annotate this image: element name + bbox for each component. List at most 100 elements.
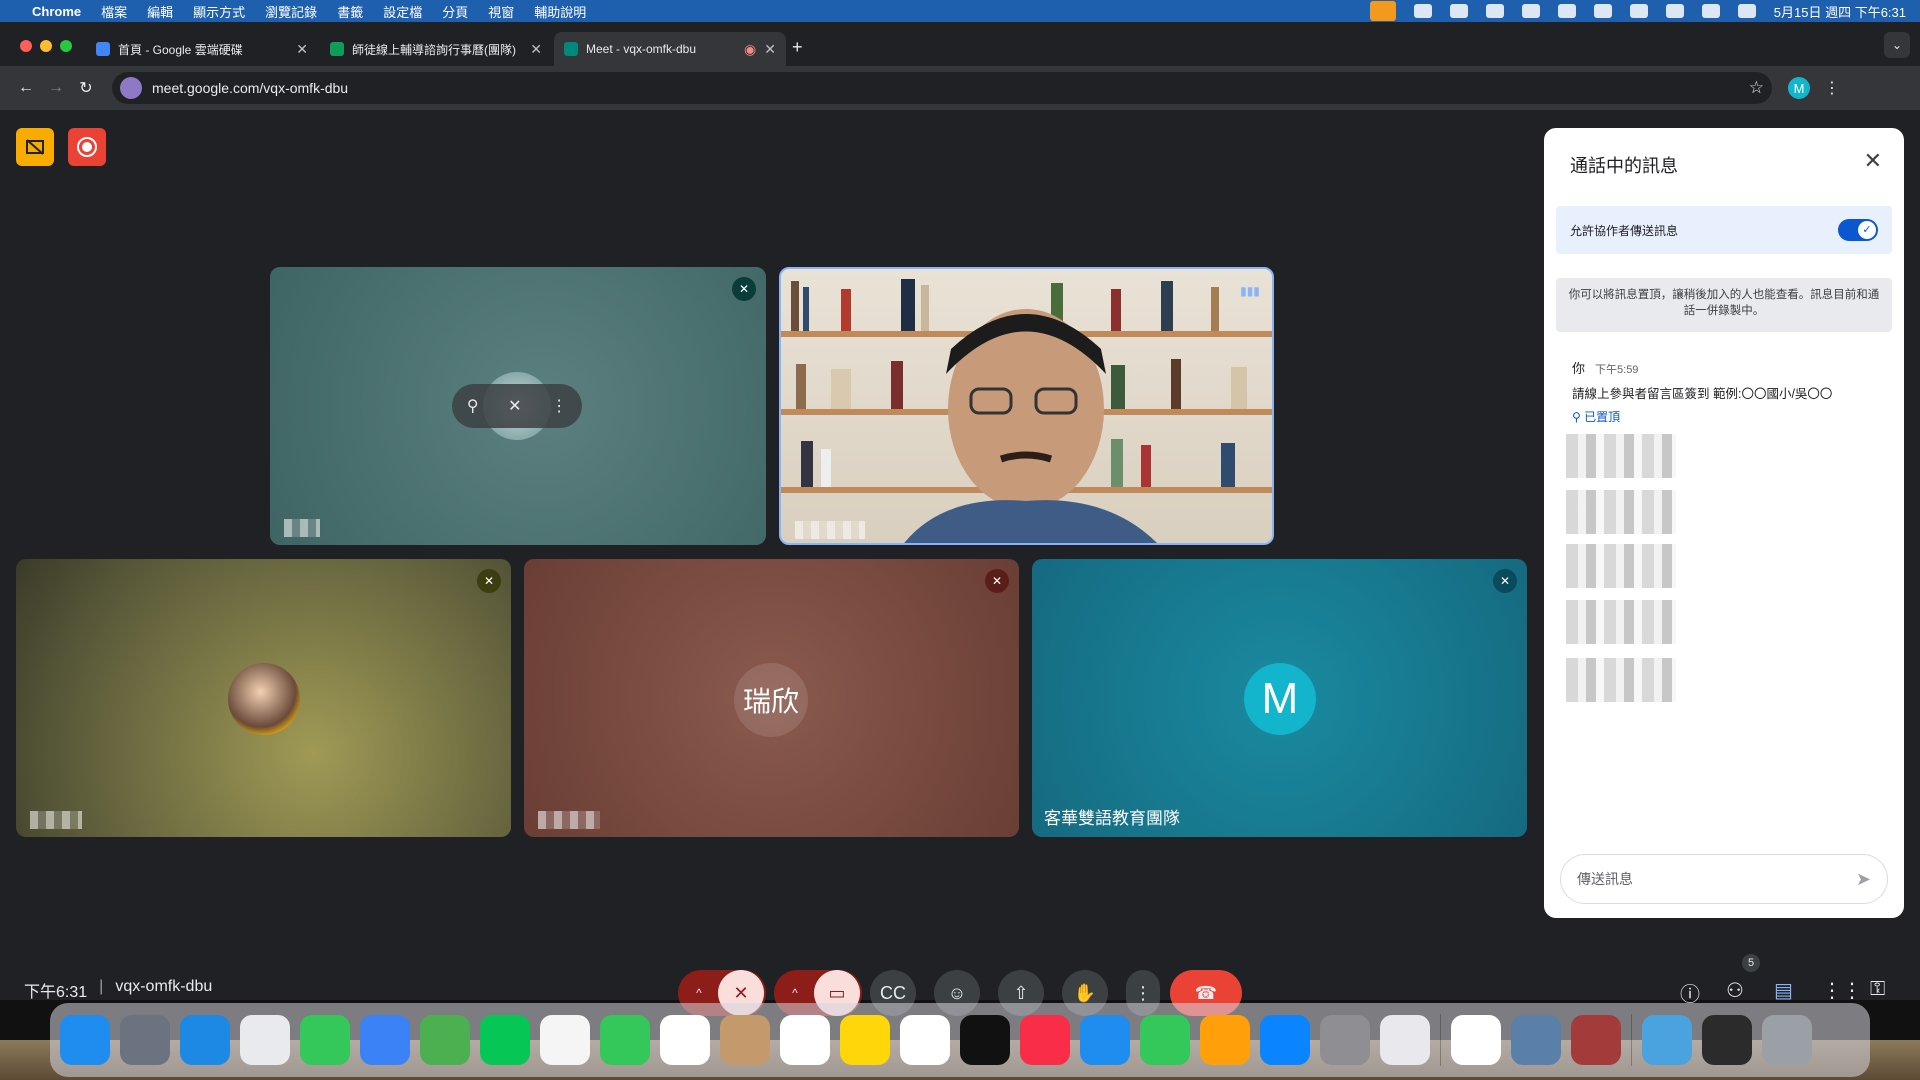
pinned-label[interactable]: ⚲ 已置頂 bbox=[1572, 408, 1882, 425]
participant-tile[interactable]: ✕ ⚲ ✕ ⋮ bbox=[270, 267, 766, 545]
allow-messages-toggle[interactable] bbox=[1838, 219, 1878, 241]
more-options-icon[interactable]: ⋮ bbox=[551, 396, 567, 416]
menu-help[interactable]: 輔助說明 bbox=[534, 2, 586, 21]
tab-sheets-calendar[interactable]: 師徒線上輔導諮詢行事曆(團隊) ✕ bbox=[320, 32, 552, 66]
recording-indicator[interactable] bbox=[68, 128, 106, 166]
app-store-icon[interactable] bbox=[1260, 1015, 1310, 1065]
close-tab-icon[interactable]: ✕ bbox=[530, 41, 542, 58]
forward-button[interactable]: → bbox=[42, 74, 70, 102]
apple-tv-icon[interactable] bbox=[960, 1015, 1010, 1065]
input-method-icon[interactable] bbox=[1593, 4, 1612, 18]
pages-icon[interactable] bbox=[1200, 1015, 1250, 1065]
mic-off-icon: ✕ bbox=[1493, 569, 1517, 593]
participant-tile[interactable]: ✕ M 客華雙語教育團隊 bbox=[1032, 559, 1527, 837]
maps-icon[interactable] bbox=[420, 1015, 470, 1065]
menu-window[interactable]: 視窗 bbox=[488, 2, 514, 21]
chrome-icon[interactable] bbox=[240, 1015, 290, 1065]
browser-menu-icon[interactable]: ⋮ bbox=[1824, 78, 1840, 98]
windows-app-icon[interactable] bbox=[1413, 4, 1432, 18]
control-center-icon[interactable] bbox=[1701, 4, 1720, 18]
menu-edit[interactable]: 編輯 bbox=[147, 2, 173, 21]
facetime-icon[interactable] bbox=[600, 1015, 650, 1065]
menu-profiles[interactable]: 設定檔 bbox=[383, 2, 422, 21]
new-tab-button[interactable]: + bbox=[788, 37, 813, 66]
video-frame-bookshelf bbox=[781, 279, 1272, 543]
reload-button[interactable]: ↻ bbox=[72, 74, 100, 102]
captions-off-indicator-icon[interactable] bbox=[16, 128, 54, 166]
speaking-indicator-icon: ▮▮▮ bbox=[1240, 284, 1260, 298]
screenshot-stack-icon[interactable] bbox=[1702, 1015, 1752, 1065]
participant-tile[interactable]: ✕ bbox=[16, 559, 511, 837]
photos-icon[interactable] bbox=[540, 1015, 590, 1065]
activities-icon[interactable]: ⋮⋮ bbox=[1822, 978, 1862, 1003]
participant-tile-active-speaker[interactable]: ▮▮▮ bbox=[779, 267, 1274, 545]
menu-bookmarks[interactable]: 書籤 bbox=[337, 2, 363, 21]
mute-participant-icon[interactable]: ✕ bbox=[508, 396, 521, 416]
back-button[interactable]: ← bbox=[12, 74, 40, 102]
menu-history[interactable]: 瀏覽記錄 bbox=[265, 2, 317, 21]
siri-icon[interactable] bbox=[1737, 4, 1756, 18]
profile-avatar[interactable]: M bbox=[1788, 77, 1810, 99]
trash-icon[interactable] bbox=[1762, 1015, 1812, 1065]
safari-icon[interactable] bbox=[180, 1015, 230, 1065]
participant-tile[interactable]: ✕ 瑞欣 bbox=[524, 559, 1019, 837]
menu-file[interactable]: 檔案 bbox=[101, 2, 127, 21]
send-icon[interactable]: ➤ bbox=[1856, 869, 1871, 890]
people-icon[interactable]: ⚇ bbox=[1726, 978, 1744, 1003]
play-status-icon[interactable] bbox=[1521, 4, 1540, 18]
spotlight-search-icon[interactable] bbox=[1665, 4, 1684, 18]
finder-icon[interactable] bbox=[60, 1015, 110, 1065]
recording-indicator-icon: ◉ bbox=[744, 40, 757, 57]
recorder-status-icon[interactable] bbox=[1485, 4, 1504, 18]
allow-messages-row: 允許協作者傳送訊息 bbox=[1556, 206, 1892, 254]
zoom-window-button[interactable] bbox=[60, 40, 72, 52]
messages-icon[interactable] bbox=[300, 1015, 350, 1065]
site-info-icon[interactable] bbox=[120, 77, 142, 99]
menubar-clock[interactable]: 5月15日 週四 下午6:31 bbox=[1774, 2, 1906, 21]
host-controls-icon[interactable]: ⚿ bbox=[1870, 978, 1885, 1001]
mail-icon[interactable] bbox=[360, 1015, 410, 1065]
video-options-chevron-icon[interactable]: ^ bbox=[776, 986, 814, 1000]
notes-icon[interactable] bbox=[840, 1015, 890, 1065]
close-tab-icon[interactable]: ✕ bbox=[296, 41, 308, 58]
chat-input[interactable]: 傳送訊息 ➤ bbox=[1560, 854, 1888, 904]
line-status-icon[interactable] bbox=[1449, 4, 1468, 18]
tab-meet[interactable]: Meet - vqx-omfk-dbu ◉ ✕ bbox=[554, 32, 786, 66]
pin-info-note: 你可以將訊息置頂，讓稍後加入的人也能查看。訊息目前和通話一併錄製中。 bbox=[1556, 278, 1892, 332]
launchpad-icon[interactable] bbox=[120, 1015, 170, 1065]
wifi-icon[interactable] bbox=[1629, 4, 1648, 18]
audio-options-chevron-icon[interactable]: ^ bbox=[680, 986, 718, 1000]
downloads-folder-icon[interactable] bbox=[1642, 1015, 1692, 1065]
menu-tab[interactable]: 分頁 bbox=[442, 2, 468, 21]
battery-icon[interactable] bbox=[1557, 4, 1576, 18]
close-window-button[interactable] bbox=[20, 40, 32, 52]
menu-app-chrome[interactable]: Chrome bbox=[32, 4, 81, 19]
windows-app-icon[interactable] bbox=[1451, 1015, 1501, 1065]
menu-view[interactable]: 顯示方式 bbox=[193, 2, 245, 21]
preview-icon[interactable] bbox=[1511, 1015, 1561, 1065]
close-tab-icon[interactable]: ✕ bbox=[764, 41, 776, 58]
system-settings-icon[interactable] bbox=[1320, 1015, 1370, 1065]
numbers-icon[interactable] bbox=[1140, 1015, 1190, 1065]
initials-avatar: 瑞欣 bbox=[734, 663, 808, 737]
iphone-mirroring-icon[interactable] bbox=[1380, 1015, 1430, 1065]
minimize-window-button[interactable] bbox=[40, 40, 52, 52]
dictionary-icon[interactable] bbox=[1571, 1015, 1621, 1065]
tab-search-button[interactable]: ⌄ bbox=[1884, 32, 1910, 58]
chat-message-redacted bbox=[1566, 658, 1676, 702]
contacts-icon[interactable] bbox=[720, 1015, 770, 1065]
bookmark-star-icon[interactable]: ☆ bbox=[1749, 78, 1764, 98]
keynote-icon[interactable] bbox=[1080, 1015, 1130, 1065]
address-bar[interactable]: meet.google.com/vqx-omfk-dbu ☆ bbox=[112, 72, 1772, 104]
line-icon[interactable] bbox=[480, 1015, 530, 1065]
music-icon[interactable] bbox=[1020, 1015, 1070, 1065]
reminders-icon[interactable] bbox=[780, 1015, 830, 1065]
freeform-icon[interactable] bbox=[900, 1015, 950, 1065]
dock-separator bbox=[1631, 1014, 1632, 1066]
pin-icon[interactable]: ⚲ bbox=[467, 396, 479, 416]
close-icon[interactable]: ✕ bbox=[1864, 148, 1882, 174]
chat-icon[interactable]: ▤ bbox=[1774, 978, 1793, 1003]
microphone-status-icon[interactable] bbox=[1369, 1, 1396, 21]
tab-google-drive[interactable]: 首頁 - Google 雲端硬碟 ✕ bbox=[86, 32, 318, 66]
calendar-icon[interactable] bbox=[660, 1015, 710, 1065]
